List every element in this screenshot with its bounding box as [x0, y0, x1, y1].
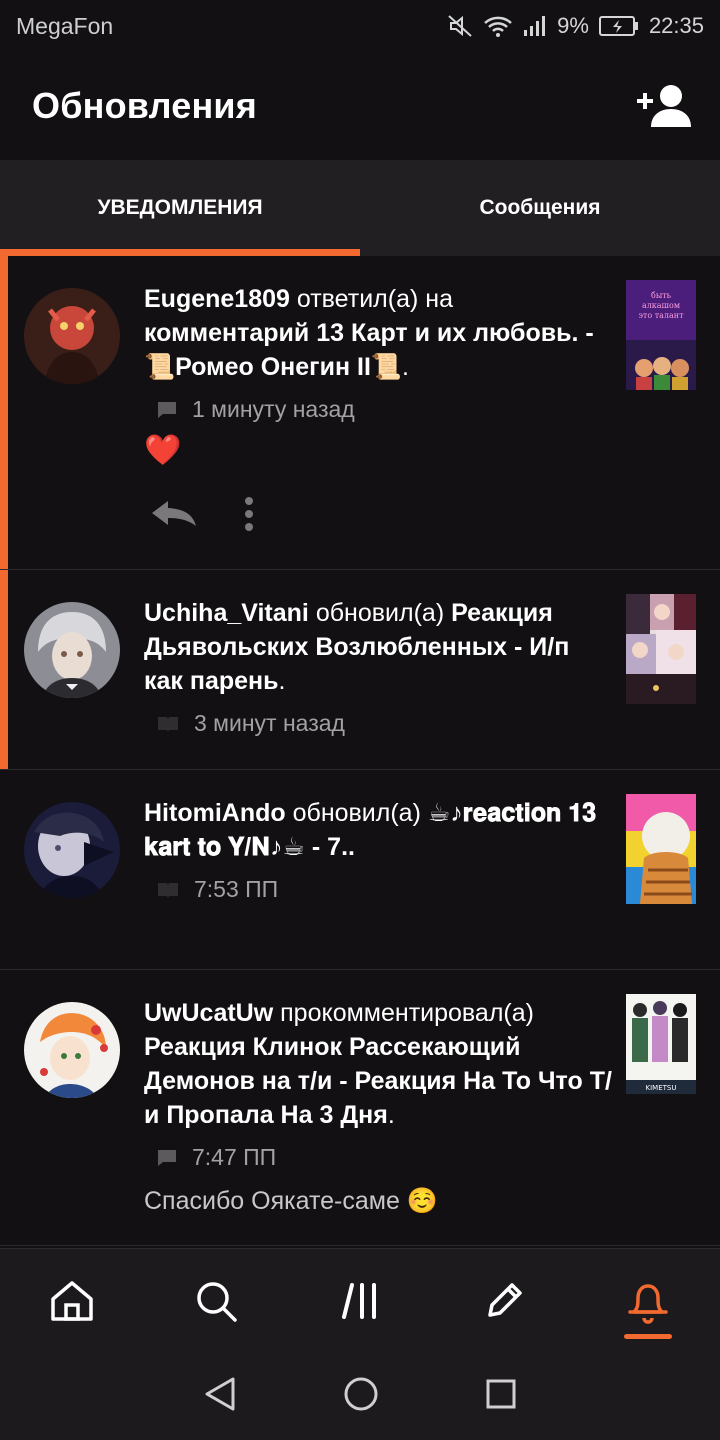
- meta-row: 1 минуту назад: [144, 396, 612, 423]
- search-icon: [197, 1282, 237, 1322]
- svg-text:это талант: это талант: [638, 311, 684, 320]
- notification-item[interactable]: Eugene1809 ответил(а) на комментарий 13 …: [0, 256, 720, 570]
- username[interactable]: Eugene1809: [144, 285, 290, 313]
- action-row: [144, 486, 612, 546]
- notification-content: HitomiAndo обновил(а) ☕♪𝐫𝐞𝐚𝐜𝐭𝐢𝐨𝐧 𝟏𝟑 𝐤𝐚𝐫𝐭…: [120, 770, 626, 969]
- battery-percent: 9%: [557, 13, 589, 38]
- notification-text: Eugene1809 ответил(а) на комментарий 13 …: [144, 282, 612, 384]
- notification-item[interactable]: HitomiAndo обновил(а) ☕♪𝐫𝐞𝐚𝐜𝐭𝐢𝐨𝐧 𝟏𝟑 𝐤𝐚𝐫𝐭…: [0, 770, 720, 970]
- story-thumbnail[interactable]: KIMETSU: [626, 994, 696, 1245]
- reply-button[interactable]: [150, 499, 198, 534]
- book-icon: [158, 716, 178, 732]
- meta-row: 7:53 ПП: [144, 876, 612, 903]
- timestamp: 7:53 ПП: [194, 876, 279, 902]
- username[interactable]: HitomiAndo: [144, 799, 286, 827]
- nav-library[interactable]: [288, 1249, 432, 1353]
- tab-messages[interactable]: Сообщения: [360, 160, 720, 256]
- wifi-icon: [483, 14, 513, 38]
- notification-text: HitomiAndo обновил(а) ☕♪𝐫𝐞𝐚𝐜𝐭𝐢𝐨𝐧 𝟏𝟑 𝐤𝐚𝐫𝐭…: [144, 796, 612, 864]
- story-thumbnail[interactable]: быть алкашом это талант: [626, 280, 696, 569]
- add-user-icon: [637, 85, 691, 127]
- story-thumbnail[interactable]: [626, 794, 696, 969]
- status-icons: 9% 22:35: [447, 13, 704, 39]
- notification-content: Eugene1809 ответил(а) на комментарий 13 …: [120, 256, 626, 569]
- meta-row: 7:47 ПП: [144, 1144, 612, 1171]
- avatar[interactable]: [24, 802, 120, 898]
- action-text: обновил(а): [315, 599, 445, 627]
- thumbnail-caption: KIMETSU: [646, 1084, 677, 1092]
- timestamp: 3 минут назад: [194, 710, 345, 736]
- tab-notifications[interactable]: УВЕДОМЛЕНИЯ: [0, 160, 360, 256]
- action-text: ответил(а) на: [296, 285, 453, 313]
- carrier-name: MegaFon: [16, 12, 114, 39]
- notification-content: Uchiha_Vitani обновил(а) Реакция Дьяволь…: [120, 570, 626, 769]
- nav-home[interactable]: [0, 1249, 144, 1353]
- page-title: Обновления: [32, 85, 257, 126]
- notification-item[interactable]: UwUcatUw прокомментировал(а) Реакция Кли…: [0, 970, 720, 1246]
- username[interactable]: Uchiha_Vitani: [144, 599, 309, 627]
- status-bar: MegaFon 9% 22:35: [0, 0, 720, 52]
- signal-icon: [523, 15, 547, 37]
- notification-text: Uchiha_Vitani обновил(а) Реакция Дьяволь…: [144, 596, 612, 698]
- notification-item[interactable]: Uchiha_Vitani обновил(а) Реакция Дьяволь…: [0, 570, 720, 770]
- nav-write[interactable]: [432, 1249, 576, 1353]
- action-text: прокомментировал(а): [280, 999, 534, 1027]
- nav-search[interactable]: [144, 1249, 288, 1353]
- bottom-navigation: [0, 1248, 720, 1352]
- target-link[interactable]: комментарий 13 Карт и их любовь. - 📜Роме…: [144, 319, 594, 381]
- back-triangle-icon: [205, 1377, 235, 1410]
- svg-text:быть: быть: [651, 291, 672, 300]
- app-bar: Обновления: [0, 52, 720, 160]
- library-icon: [342, 1283, 376, 1319]
- battery-icon: [598, 15, 639, 37]
- timestamp: 1 минуту назад: [192, 396, 355, 422]
- tab-bar: УВЕДОМЛЕНИЯ Сообщения: [0, 160, 720, 256]
- clock: 22:35: [648, 13, 704, 38]
- story-thumbnail[interactable]: [626, 594, 696, 769]
- recents-square-icon: [486, 1379, 516, 1408]
- more-vertical-icon: [245, 496, 253, 531]
- home-icon: [51, 1281, 93, 1321]
- avatar[interactable]: [24, 1002, 120, 1098]
- mute-icon: [447, 14, 473, 38]
- nav-notifications[interactable]: [576, 1249, 720, 1353]
- notification-feed: Eugene1809 ответил(а) на комментарий 13 …: [0, 256, 720, 1246]
- back-button[interactable]: [203, 1376, 237, 1417]
- avatar[interactable]: [24, 602, 120, 698]
- comment-icon: [158, 401, 176, 418]
- add-friend-button[interactable]: [632, 74, 696, 138]
- more-options-button[interactable]: [244, 496, 254, 537]
- action-text: обновил(а): [292, 799, 421, 827]
- system-navigation: [0, 1352, 720, 1440]
- target-link[interactable]: Реакция Клинок Рассекающий Демонов на т/…: [144, 1033, 612, 1129]
- notification-content: UwUcatUw прокомментировал(а) Реакция Кли…: [120, 970, 626, 1245]
- tail-text: .: [387, 1101, 395, 1129]
- tail-text: .: [402, 353, 409, 381]
- comment-note: Спасибо Оякате-саме ☺️: [144, 1187, 438, 1215]
- bell-icon: [628, 1284, 668, 1324]
- reply-icon: [152, 500, 196, 526]
- recents-button[interactable]: [485, 1378, 517, 1415]
- book-icon: [158, 882, 178, 898]
- timestamp: 7:47 ПП: [192, 1144, 277, 1170]
- username[interactable]: UwUcatUw: [144, 999, 273, 1027]
- home-system-button[interactable]: [343, 1376, 379, 1417]
- svg-text:алкашом: алкашом: [642, 301, 680, 310]
- tail-text: .: [278, 667, 286, 695]
- meta-row: 3 минут назад: [144, 710, 612, 737]
- comment-note: ❤️: [144, 434, 182, 467]
- home-circle-icon: [344, 1377, 378, 1410]
- write-icon: [488, 1283, 522, 1317]
- comment-icon: [158, 1149, 176, 1166]
- notification-text: UwUcatUw прокомментировал(а) Реакция Кли…: [144, 996, 612, 1132]
- avatar[interactable]: [24, 288, 120, 384]
